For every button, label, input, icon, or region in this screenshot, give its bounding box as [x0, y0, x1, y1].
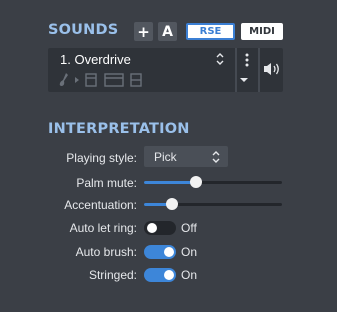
accentuation-slider-knob[interactable] [166, 198, 178, 210]
rse-toggle-button[interactable]: RSE [186, 23, 235, 40]
more-menu-icon[interactable] [245, 53, 249, 67]
auto-label: A [162, 23, 173, 40]
auto-let-ring-toggle[interactable] [144, 221, 176, 235]
auto-brush-label: Auto brush: [75, 245, 137, 259]
guitar-icon [59, 73, 68, 86]
sounds-title: SOUNDS [48, 22, 119, 38]
panel-divider [235, 48, 237, 92]
auto-brush-toggle[interactable] [144, 245, 176, 259]
amp-icon [85, 73, 97, 87]
panel-divider [258, 48, 260, 92]
amp-stack-icon [130, 73, 142, 87]
playing-style-label: Playing style: [66, 151, 137, 165]
playing-style-value: Pick [154, 149, 177, 164]
stringed-label: Stringed: [88, 268, 137, 282]
toggle-knob [164, 270, 174, 280]
add-sound-button[interactable]: + [134, 22, 153, 41]
interpretation-title: INTERPRETATION [48, 121, 190, 137]
auto-let-ring-state: Off [181, 221, 197, 235]
midi-label: MIDI [249, 26, 275, 37]
auto-let-ring-label: Auto let ring: [69, 221, 137, 235]
stringed-toggle[interactable] [144, 268, 176, 282]
rse-label: RSE [199, 26, 222, 37]
palm-mute-slider-fill [144, 181, 196, 184]
playing-style-select[interactable]: Pick [144, 146, 228, 167]
midi-toggle-button[interactable]: MIDI [241, 23, 283, 40]
palm-mute-label: Palm mute: [76, 176, 137, 190]
palm-mute-slider-knob[interactable] [190, 176, 202, 188]
sound-select-arrows-icon[interactable] [215, 52, 225, 66]
add-label: + [137, 22, 150, 41]
play-triangle-icon [75, 77, 79, 83]
accentuation-label: Accentuation: [64, 198, 137, 212]
auto-button[interactable]: A [158, 22, 177, 41]
select-arrows-icon [212, 151, 220, 163]
stringed-state: On [181, 268, 198, 282]
effect-rack-icon [104, 73, 124, 87]
toggle-knob [164, 247, 174, 257]
speaker-volume-icon[interactable] [263, 62, 281, 76]
toggle-knob [147, 223, 157, 233]
sound-name[interactable]: 1. Overdrive [60, 52, 131, 67]
auto-brush-state: On [181, 245, 198, 259]
sound-dropdown-caret-icon[interactable] [239, 77, 249, 83]
